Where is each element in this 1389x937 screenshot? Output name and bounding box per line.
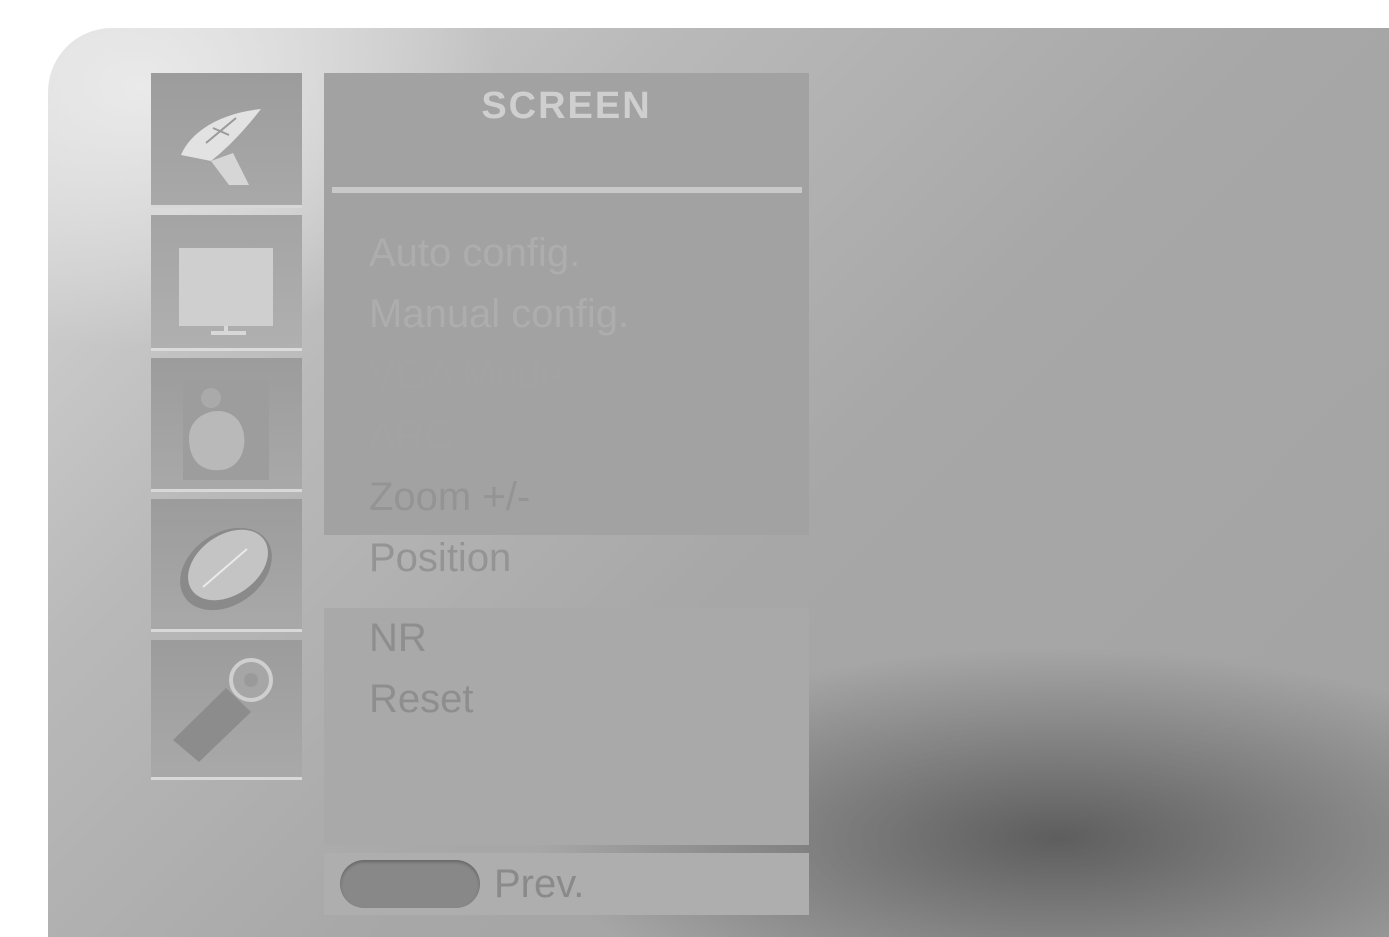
menu-item-vga-mode[interactable]: VGA Mode bbox=[369, 345, 629, 406]
screen-menu-panel-lower: NR Reset bbox=[324, 608, 809, 845]
menu-footer: Prev. bbox=[324, 853, 809, 915]
prev-button[interactable] bbox=[340, 860, 480, 908]
sidebar-item-station[interactable] bbox=[151, 73, 302, 208]
osd-menu-frame: SCREEN Auto config. Manual config. VGA M… bbox=[48, 28, 1389, 937]
title-divider bbox=[332, 187, 802, 193]
menu-list: Auto config. Manual config. VGA Mode ARC… bbox=[369, 223, 629, 589]
sidebar-item-audio[interactable] bbox=[151, 358, 302, 492]
menu-item-zoom[interactable]: Zoom +/- bbox=[369, 467, 629, 528]
prev-label: Prev. bbox=[494, 862, 585, 906]
sidebar-item-time[interactable] bbox=[151, 499, 302, 632]
audio-speaker-icon bbox=[183, 380, 269, 480]
menu-item-auto-config[interactable]: Auto config. bbox=[369, 223, 629, 284]
menu-item-arc[interactable]: ARC bbox=[369, 406, 629, 467]
sidebar-item-screen[interactable] bbox=[151, 215, 302, 351]
satellite-dish-icon bbox=[181, 109, 261, 185]
menu-item-nr[interactable]: NR bbox=[369, 608, 474, 669]
menu-item-manual-config[interactable]: Manual config. bbox=[369, 284, 629, 345]
tv-screen: SCREEN Auto config. Manual config. VGA M… bbox=[0, 0, 1389, 937]
menu-list-lower: NR Reset bbox=[369, 608, 474, 730]
clock-disc-icon bbox=[180, 527, 272, 611]
monitor-screen-icon bbox=[179, 248, 273, 335]
sidebar-item-special[interactable] bbox=[151, 640, 302, 780]
menu-item-reset[interactable]: Reset bbox=[369, 669, 474, 730]
menu-title: SCREEN bbox=[481, 85, 652, 127]
wrench-tools-icon bbox=[173, 658, 273, 762]
menu-item-position[interactable]: Position bbox=[369, 528, 629, 589]
screen-menu-panel: SCREEN Auto config. Manual config. VGA M… bbox=[324, 73, 809, 580]
